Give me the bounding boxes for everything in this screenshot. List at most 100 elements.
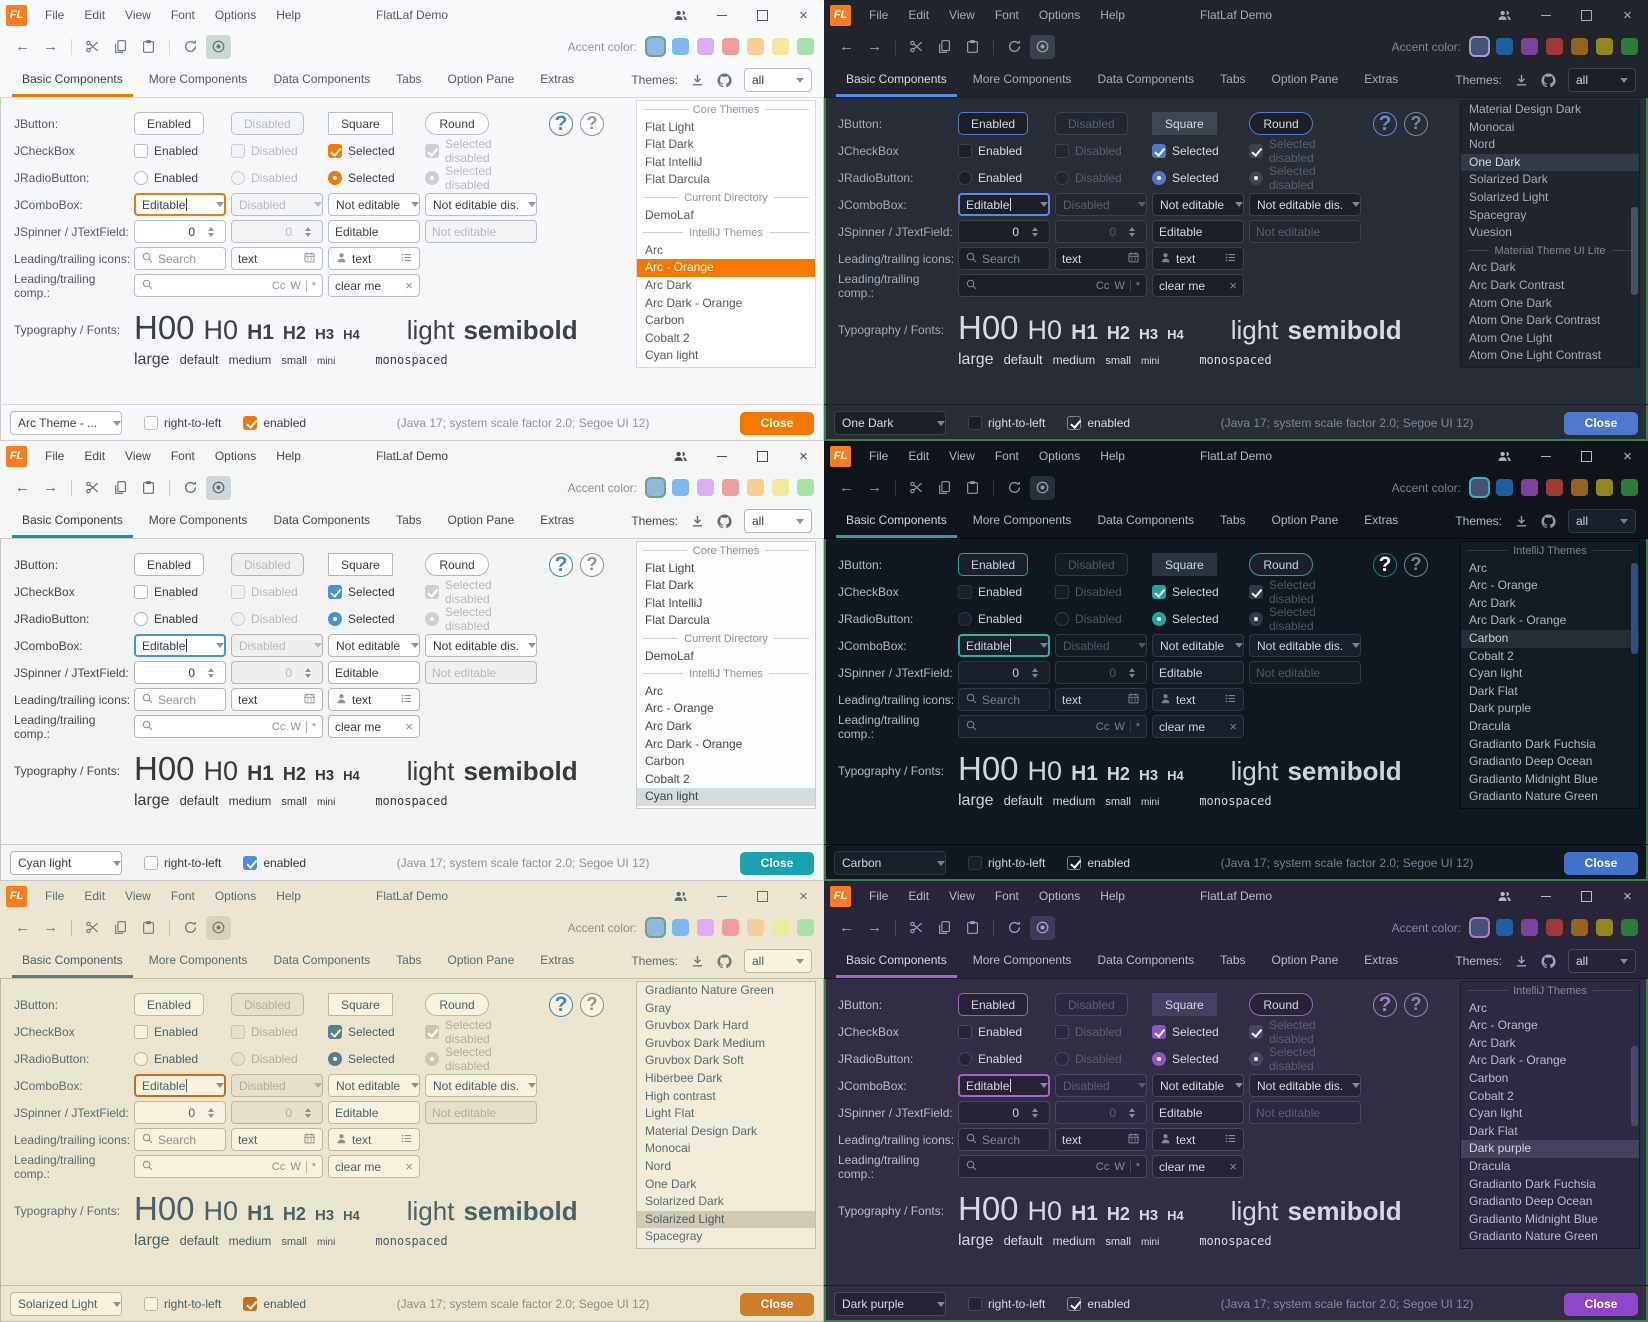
refresh-icon[interactable]	[1002, 476, 1027, 500]
accent-swatch-6[interactable]	[772, 479, 789, 496]
whole-word-toggle[interactable]: W	[290, 280, 300, 292]
github-icon[interactable]	[1541, 73, 1556, 88]
back-icon[interactable]: ←	[10, 476, 35, 500]
theme-item-solarized-light[interactable]: Solarized Light	[637, 1211, 815, 1229]
maximize-button[interactable]	[1566, 881, 1607, 911]
help-button[interactable]: ?	[1373, 112, 1397, 136]
textfield-not-editable[interactable]: Not editable	[1249, 661, 1361, 684]
theme-item-hiberbee-dark[interactable]: Hiberbee Dark	[637, 1070, 815, 1088]
regex-toggle[interactable]: *	[312, 280, 316, 292]
combobox-disabled[interactable]: Disabled	[1055, 634, 1147, 657]
theme-item-high-contrast[interactable]: High contrast	[637, 1088, 815, 1106]
clearable-field[interactable]: clear me×	[328, 274, 420, 297]
theme-item-arc-dark[interactable]: Arc Dark	[1461, 595, 1639, 613]
themes-filter-select[interactable]: all	[744, 509, 812, 533]
right-to-left-checkbox[interactable]	[968, 856, 982, 870]
jbutton-square[interactable]: Square	[328, 112, 393, 135]
radio-disabled[interactable]	[231, 612, 245, 626]
theme-item-monocai[interactable]: Monocai	[637, 1140, 815, 1158]
spinner-arrows[interactable]	[300, 1108, 316, 1118]
theme-item-solarized-dark[interactable]: Solarized Dark	[1461, 171, 1639, 189]
forward-icon[interactable]: →	[862, 476, 887, 500]
spinner-field-disabled[interactable]: 0	[1055, 220, 1147, 243]
theme-item-atom-one-light[interactable]: Atom One Light	[1461, 330, 1639, 348]
minimize-button[interactable]	[1525, 881, 1566, 911]
accent-swatch-1[interactable]	[1471, 479, 1488, 496]
jbutton-round[interactable]: Round	[425, 112, 489, 135]
close-button[interactable]: Close	[1564, 852, 1638, 875]
radio-disabled[interactable]	[231, 171, 245, 185]
theme-item-carbon[interactable]: Carbon	[1461, 1070, 1639, 1088]
maximize-button[interactable]	[742, 0, 783, 30]
copy-icon[interactable]	[108, 476, 133, 500]
jbutton-round[interactable]: Round	[1249, 993, 1313, 1016]
download-icon[interactable]	[690, 954, 705, 969]
theme-combobox[interactable]: One Dark	[834, 411, 946, 435]
maximize-button[interactable]	[742, 441, 783, 471]
textfield-not-editable[interactable]: Not editable	[425, 220, 537, 243]
theme-item-arc-dark[interactable]: Arc Dark	[1461, 1035, 1639, 1053]
checkbox-enabled[interactable]	[958, 144, 972, 158]
checkbox-disabled[interactable]	[231, 585, 245, 599]
theme-item-dark-flat[interactable]: Dark Flat	[637, 806, 815, 809]
menu-view[interactable]: View	[115, 449, 161, 463]
back-icon[interactable]: ←	[10, 916, 35, 940]
forward-icon[interactable]: →	[38, 916, 63, 940]
theme-item-cobalt-2[interactable]: Cobalt 2	[1461, 648, 1639, 666]
accent-swatch-4[interactable]	[1546, 919, 1563, 936]
clearable-field[interactable]: clear me×	[328, 1155, 420, 1178]
jbutton-enabled[interactable]: Enabled	[134, 553, 204, 576]
spinner-arrows[interactable]	[300, 227, 316, 237]
accent-swatch-7[interactable]	[1621, 38, 1638, 55]
checkbox-selected[interactable]	[328, 1025, 342, 1039]
radio-selected[interactable]	[1152, 612, 1166, 626]
person-field[interactable]: text	[328, 247, 420, 270]
jbutton-enabled[interactable]: Enabled	[958, 553, 1028, 576]
theme-item-atom-one-light-contrast[interactable]: Atom One Light Contrast	[1461, 347, 1639, 365]
theme-item-gruvbox-dark-soft[interactable]: Gruvbox Dark Soft	[637, 1052, 815, 1070]
tab-tabs[interactable]: Tabs	[1210, 504, 1255, 538]
theme-item-arc-dark-contrast[interactable]: Arc Dark Contrast	[1461, 277, 1639, 295]
jbutton-square[interactable]: Square	[1152, 112, 1217, 135]
menu-file[interactable]: File	[35, 889, 74, 903]
theme-item-flat-light[interactable]: Flat Light	[637, 119, 815, 137]
combobox-disabled[interactable]: Disabled	[231, 193, 323, 216]
menu-edit[interactable]: Edit	[898, 8, 939, 22]
calendar-field[interactable]: text	[231, 247, 323, 270]
paste-icon[interactable]	[136, 35, 161, 59]
calendar-field[interactable]: text	[231, 1128, 323, 1151]
menu-help[interactable]: Help	[1090, 889, 1135, 903]
menu-font[interactable]: Font	[985, 449, 1029, 463]
refresh-icon[interactable]	[178, 35, 203, 59]
theme-item-gruvbox-dark-hard[interactable]: Gruvbox Dark Hard	[637, 1017, 815, 1035]
theme-item-arc-dark-orange[interactable]: Arc Dark - Orange	[1461, 612, 1639, 630]
back-icon[interactable]: ←	[834, 916, 859, 940]
theme-item-cyan-light[interactable]: Cyan light	[637, 347, 815, 365]
checkbox-enabled[interactable]	[958, 1025, 972, 1039]
jbutton-round[interactable]: Round	[425, 993, 489, 1016]
users-icon[interactable]	[660, 441, 701, 471]
tab-basic-components[interactable]: Basic Components	[12, 63, 133, 97]
checkbox-selected[interactable]	[1152, 585, 1166, 599]
textfield-editable[interactable]: Editable	[1152, 220, 1244, 243]
clear-icon[interactable]: ×	[1229, 1159, 1237, 1174]
spinner-field[interactable]: 0	[134, 1101, 226, 1124]
github-icon[interactable]	[717, 954, 732, 969]
tab-data-components[interactable]: Data Components	[1087, 504, 1204, 538]
checkbox-selected[interactable]	[328, 585, 342, 599]
clear-icon[interactable]: ×	[405, 278, 413, 293]
tab-option-pane[interactable]: Option Pane	[1262, 944, 1349, 978]
tab-data-components[interactable]: Data Components	[263, 944, 380, 978]
menu-help[interactable]: Help	[266, 449, 311, 463]
close-button[interactable]: Close	[1564, 412, 1638, 435]
menu-file[interactable]: File	[35, 8, 74, 22]
radio-selected[interactable]	[328, 171, 342, 185]
theme-combobox[interactable]: Cyan light	[10, 851, 122, 875]
close-window-button[interactable]: ×	[1607, 881, 1648, 911]
theme-item-flat-intellij[interactable]: Flat IntelliJ	[637, 595, 815, 613]
users-icon[interactable]	[1484, 881, 1525, 911]
theme-item-arc-orange[interactable]: Arc - Orange	[637, 700, 815, 718]
copy-icon[interactable]	[108, 35, 133, 59]
close-button[interactable]: Close	[1564, 1293, 1638, 1316]
checkbox-enabled[interactable]	[134, 144, 148, 158]
